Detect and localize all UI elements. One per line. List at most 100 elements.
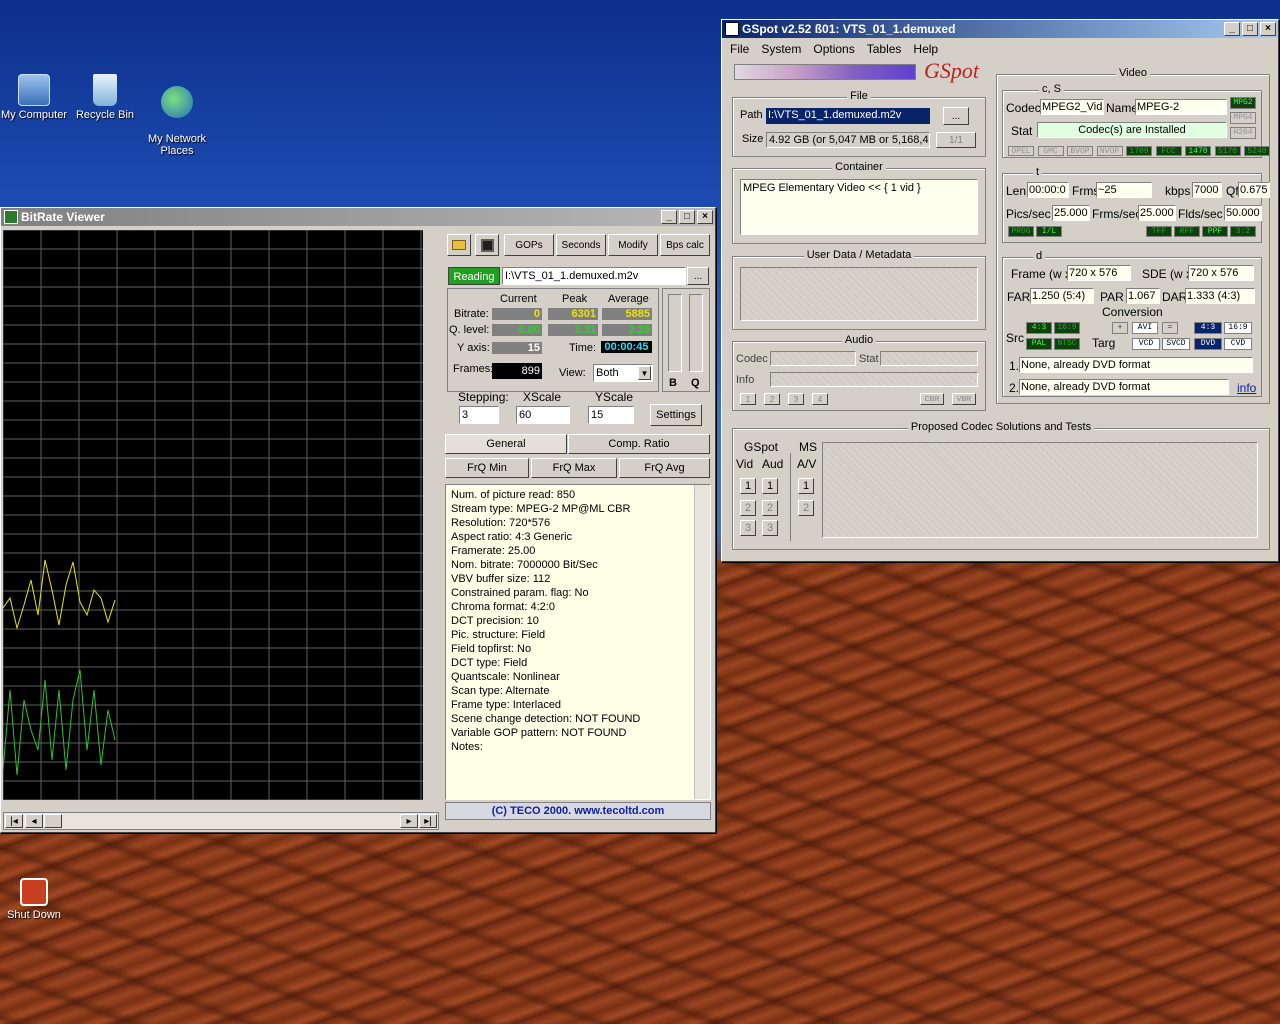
menu-help[interactable]: Help: [913, 42, 938, 56]
target-button[interactable]: 4:3: [1194, 322, 1222, 334]
floppy-disk-icon: [480, 238, 494, 252]
codec-subgroup-title: c, S: [1039, 83, 1064, 95]
desktop-icon-recycle-bin[interactable]: Recycle Bin: [65, 74, 145, 121]
scroll-right-button[interactable]: ▸: [400, 814, 418, 828]
target-button[interactable]: +: [1112, 322, 1128, 334]
maximize-button[interactable]: □: [679, 210, 695, 224]
menu-system[interactable]: System: [761, 42, 801, 56]
gops-button[interactable]: GOPs: [504, 234, 554, 256]
scroll-left-button[interactable]: ◂: [25, 814, 43, 828]
result-1-number: 1.: [1009, 359, 1020, 373]
gspot-menubar: File System Options Tables Help: [730, 42, 938, 56]
xscale-label: XScale: [523, 390, 562, 404]
scroll-first-button[interactable]: |◂: [5, 814, 23, 828]
browse-file-button[interactable]: ...: [687, 267, 709, 285]
scroll-thumb[interactable]: [44, 814, 62, 828]
minimize-button[interactable]: _: [1224, 22, 1240, 36]
modify-button[interactable]: Modify: [608, 234, 658, 256]
gspot-titlebar[interactable]: GSpot v2.52 ß01: VTS_01_1.demuxed _ □ ×: [722, 20, 1278, 38]
menu-tables[interactable]: Tables: [867, 42, 902, 56]
bps-calc-button[interactable]: Bps calc: [660, 234, 710, 256]
settings-button[interactable]: Settings: [650, 404, 702, 426]
time-label: Time:: [569, 342, 597, 354]
tab-comp-ratio[interactable]: Comp. Ratio: [568, 434, 710, 454]
bitrate-graph: [2, 229, 423, 801]
kbps-label: kbps: [1165, 184, 1191, 198]
target-button[interactable]: AVI: [1132, 322, 1158, 334]
codec-divider: [790, 453, 791, 541]
src-button[interactable]: 16:9: [1054, 322, 1080, 334]
file-path-field[interactable]: I:\VTS_01_1.demuxed.m2v: [502, 267, 686, 285]
audio-stream-1-button[interactable]: 1: [740, 393, 756, 405]
tab-frq-max[interactable]: FrQ Max: [531, 458, 617, 478]
close-button[interactable]: ×: [697, 210, 713, 224]
close-button[interactable]: ×: [1260, 22, 1276, 36]
open-folder-button[interactable]: [447, 234, 471, 256]
codec-test-button[interactable]: 1: [740, 478, 756, 494]
stat-value: Codec(s) are Installed: [1078, 124, 1186, 136]
graph-scrollbar[interactable]: |◂ ◂ ▸ ▸|: [3, 812, 439, 830]
stepping-spinner[interactable]: 3: [459, 406, 499, 424]
result-1-value: None, already DVD format: [1021, 359, 1150, 371]
tab-frq-min[interactable]: FrQ Min: [445, 458, 529, 478]
path-label: Path: [740, 109, 763, 121]
kbps-value: 7000: [1194, 184, 1219, 196]
info-link[interactable]: info: [1237, 381, 1256, 395]
target-button[interactable]: CVD: [1224, 338, 1252, 350]
target-button[interactable]: VCD: [1132, 338, 1160, 350]
info-line: Framerate: 25.00: [451, 545, 536, 557]
tab-general[interactable]: General: [445, 434, 567, 454]
src-button[interactable]: NTSC: [1054, 338, 1080, 350]
file-counter[interactable]: 1/1: [936, 132, 976, 148]
desktop-icon-network-places[interactable]: My Network Places: [137, 74, 217, 169]
desktop-icon-my-computer[interactable]: My Computer: [0, 74, 74, 121]
chevron-down-icon[interactable]: ▼: [638, 366, 651, 380]
info-scrollbar[interactable]: [694, 485, 710, 799]
view-select-value: Both: [596, 367, 619, 379]
audio-stream-3-button[interactable]: 3: [788, 393, 804, 405]
target-button[interactable]: SVCD: [1162, 338, 1190, 350]
codec-test-button[interactable]: 2: [762, 500, 778, 516]
audio-stream-4-button[interactable]: 4: [812, 393, 828, 405]
target-button[interactable]: DVD: [1194, 338, 1222, 350]
codec-test-button[interactable]: 2: [740, 500, 756, 516]
copyright-footer[interactable]: (C) TECO 2000. www.tecoltd.com: [445, 802, 711, 820]
menu-options[interactable]: Options: [813, 42, 854, 56]
minimize-button[interactable]: _: [661, 210, 677, 224]
container-info: MPEG Elementary Video << { 1 vid }: [740, 179, 978, 235]
audio-codec-field: [770, 351, 856, 366]
frms-field: ~25: [1096, 182, 1152, 198]
src-button[interactable]: 4:3: [1026, 322, 1052, 334]
xscale-spinner[interactable]: 60: [516, 406, 570, 424]
desktop-icon-shut-down[interactable]: Shut Down: [0, 878, 74, 921]
stream-info-panel[interactable]: Num. of picture read: 850 Stream type: MP…: [445, 484, 711, 800]
src-button[interactable]: PAL: [1026, 338, 1052, 350]
codec-test-button[interactable]: 1: [798, 478, 814, 494]
maximize-button[interactable]: □: [1242, 22, 1258, 36]
bitrate-curve: [2, 559, 116, 630]
save-button[interactable]: [475, 234, 499, 256]
codec-test-button[interactable]: 3: [762, 520, 778, 536]
path-field[interactable]: I:\VTS_01_1.demuxed.m2v: [766, 108, 930, 124]
video-group-title: Video: [1116, 67, 1150, 79]
src-label: Src: [1006, 331, 1024, 345]
target-button[interactable]: =: [1162, 322, 1178, 334]
browse-path-button[interactable]: ...: [943, 107, 969, 125]
codec-test-button[interactable]: 2: [798, 500, 814, 516]
view-select[interactable]: Both ▼: [593, 364, 653, 382]
menu-file[interactable]: File: [730, 42, 749, 56]
seconds-button[interactable]: Seconds: [556, 234, 606, 256]
tab-frq-avg[interactable]: FrQ Avg: [619, 458, 710, 478]
codec-value: MPEG2_Vid: [1042, 101, 1103, 113]
codec-test-button[interactable]: 3: [740, 520, 756, 536]
gspot-column-label: GSpot: [744, 440, 779, 454]
pics-value: 25.000: [1054, 207, 1088, 219]
codec-test-button[interactable]: 1: [762, 478, 778, 494]
scroll-last-button[interactable]: ▸|: [419, 814, 437, 828]
time-value: 00:00:45: [601, 341, 652, 353]
audio-stream-2-button[interactable]: 2: [764, 393, 780, 405]
name-field: MPEG-2: [1135, 99, 1227, 115]
target-button[interactable]: 16:9: [1224, 322, 1252, 334]
yscale-spinner[interactable]: 15: [588, 406, 634, 424]
bitrate-titlebar[interactable]: BitRate Viewer _ □ ×: [1, 208, 715, 226]
